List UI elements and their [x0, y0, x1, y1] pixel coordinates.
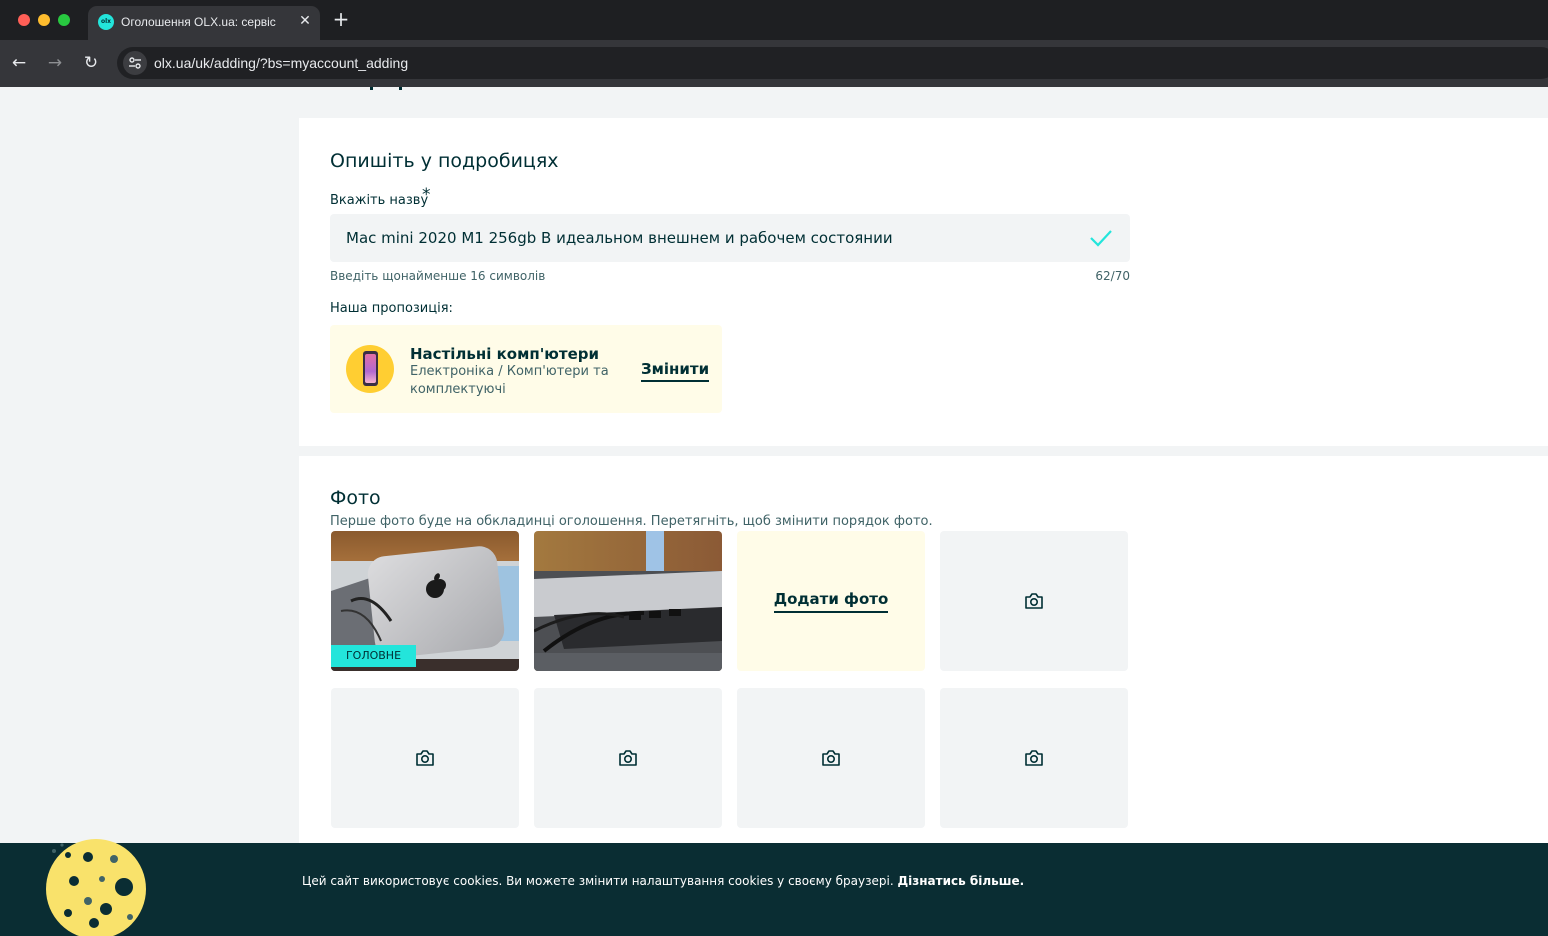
tab-close-icon[interactable]: ✕ — [296, 12, 314, 30]
empty-photo-slot[interactable] — [940, 531, 1128, 671]
photo-section-title: Фото — [330, 487, 381, 509]
camera-icon — [416, 750, 434, 766]
add-photo-text: Додати фото — [773, 590, 889, 613]
change-category-button[interactable]: Змінити — [641, 359, 710, 382]
title-char-counter: 62/70 — [1095, 269, 1130, 283]
mac-mini-ports-photo — [534, 531, 722, 671]
browser-tab[interactable]: olx Оголошення OLX.ua: сервіс ✕ — [88, 6, 320, 40]
close-window-button[interactable] — [18, 14, 30, 26]
cookie-learn-more-link[interactable]: Дізнатись більше. — [897, 874, 1024, 888]
camera-icon — [1025, 593, 1043, 609]
title-input[interactable] — [330, 214, 1070, 262]
url-text[interactable]: olx.ua/uk/adding/?bs=myaccount_adding — [154, 54, 408, 72]
empty-photo-slot[interactable] — [331, 688, 519, 828]
back-arrow-icon[interactable]: ← — [7, 51, 31, 75]
browser-tab-bar: olx Оголошення OLX.ua: сервіс ✕ + — [0, 0, 1548, 40]
reload-icon[interactable]: ↻ — [79, 51, 103, 75]
camera-icon — [619, 750, 637, 766]
cookie-icon — [46, 839, 146, 936]
tab-title: Оголошення OLX.ua: сервіс — [121, 15, 276, 29]
site-settings-icon[interactable] — [123, 51, 147, 75]
category-suggestion: Настільні комп'ютери Електроніка / Комп'… — [330, 325, 722, 413]
cookie-banner: Цей сайт використовує cookies. Ви можете… — [0, 839, 1548, 936]
name-label-text: Вкажіть назву — [330, 193, 429, 208]
describe-section: Опишіть у подробицях Вкажіть назву * Вве… — [299, 118, 1548, 446]
forward-arrow-icon[interactable]: → — [43, 51, 67, 75]
empty-photo-slot[interactable] — [737, 688, 925, 828]
title-input-wrapper — [330, 214, 1130, 262]
category-phone-icon — [346, 345, 394, 393]
camera-icon — [1025, 750, 1043, 766]
photo-section-subtitle: Перше фото буде на обкладинці оголошення… — [330, 514, 933, 529]
photo-thumbnail-main[interactable]: ГОЛОВНЕ — [331, 531, 519, 671]
describe-section-title: Опишіть у подробицях — [330, 150, 559, 172]
title-hint: Введіть щонайменше 16 символів — [330, 269, 546, 283]
name-field-label: Вкажіть назву * — [330, 186, 431, 210]
category-name: Настільні комп'ютери — [410, 345, 600, 363]
clipped-heading-fragment — [370, 87, 410, 90]
new-tab-button[interactable]: + — [330, 8, 352, 30]
proposal-label: Наша пропозиція: — [330, 301, 453, 316]
empty-photo-slot[interactable] — [534, 688, 722, 828]
browser-toolbar: ← → ↻ olx.ua/uk/adding/?bs=myaccount_add… — [0, 40, 1548, 87]
camera-icon — [822, 750, 840, 766]
cookie-text: Цей сайт використовує cookies. Ви можете… — [302, 873, 1024, 889]
check-icon — [1090, 230, 1112, 247]
minimize-window-button[interactable] — [38, 14, 50, 26]
maximize-window-button[interactable] — [58, 14, 70, 26]
olx-favicon-icon: olx — [98, 14, 114, 30]
add-photo-label: Додати фото — [737, 589, 925, 613]
empty-photo-slot[interactable] — [940, 688, 1128, 828]
cookie-message: Цей сайт використовує cookies. Ви можете… — [302, 874, 894, 888]
add-photo-button[interactable]: Додати фото — [737, 531, 925, 671]
main-photo-badge: ГОЛОВНЕ — [331, 645, 416, 667]
required-mark: * — [422, 185, 431, 205]
category-path: Електроніка / Комп'ютери та комплектуючі — [410, 364, 609, 397]
page-content: Опишіть у подробицях Вкажіть назву * Вве… — [0, 87, 1548, 936]
address-bar[interactable]: olx.ua/uk/adding/?bs=myaccount_adding — [117, 47, 1548, 79]
photo-thumbnail-2[interactable] — [534, 531, 722, 671]
